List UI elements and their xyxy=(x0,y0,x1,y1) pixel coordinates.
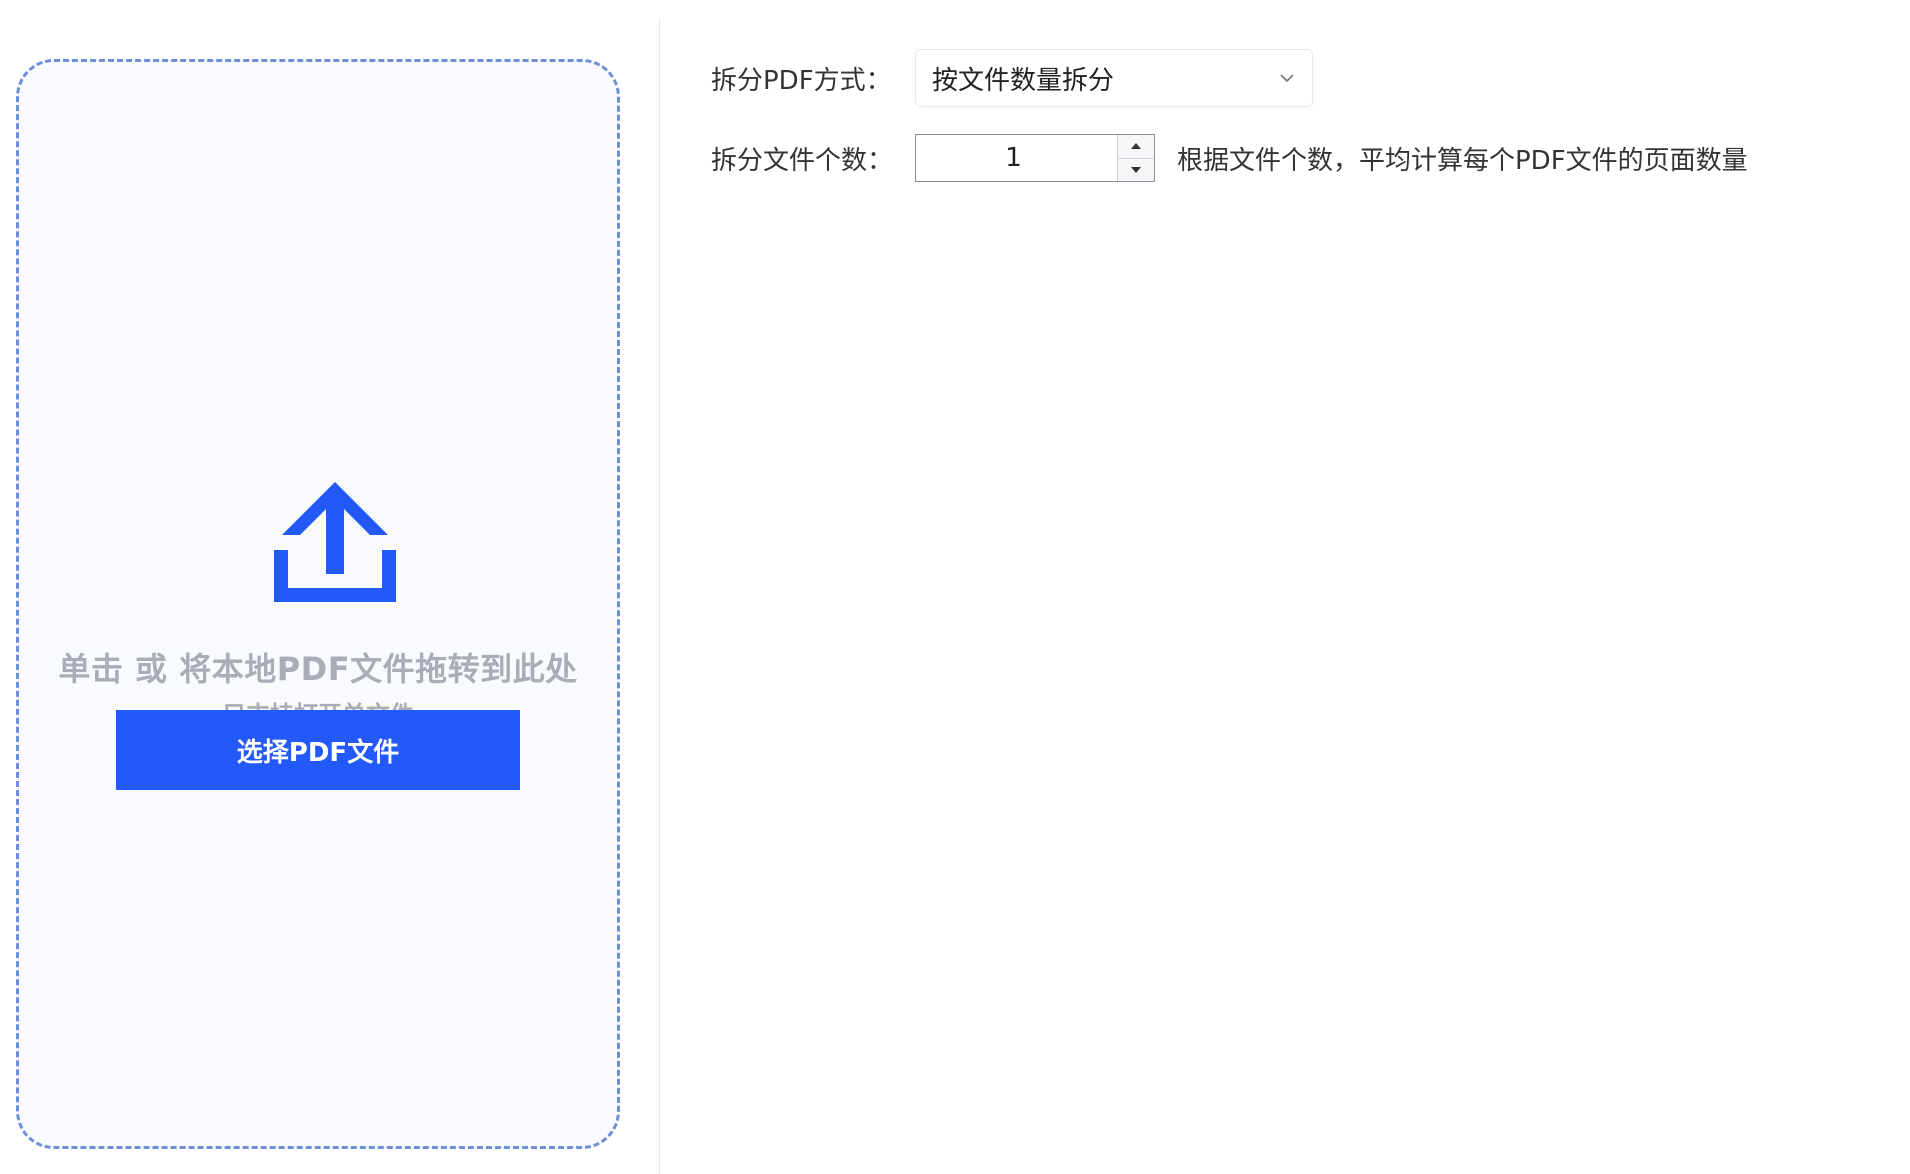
split-pdf-window: 单击 或 将本地PDF文件拖转到此处 只支持打开单文件 选择PDF文件 拆分PD… xyxy=(0,0,1910,1174)
caret-up-icon xyxy=(1131,143,1141,150)
drop-hint-text: 单击 或 将本地PDF文件拖转到此处 xyxy=(58,650,578,688)
split-count-stepper[interactable]: 1 xyxy=(915,134,1155,182)
file-drop-zone[interactable]: 单击 或 将本地PDF文件拖转到此处 只支持打开单文件 xyxy=(16,59,620,1149)
stepper-buttons xyxy=(1117,135,1154,181)
split-count-row: 拆分文件个数： 1 根据文件个数，平均计算每个PDF文件的页面数量 xyxy=(711,133,1748,183)
split-mode-select[interactable]: 按文件数量拆分 xyxy=(915,49,1313,107)
split-count-hint: 根据文件个数，平均计算每个PDF文件的页面数量 xyxy=(1177,145,1748,176)
panel-divider xyxy=(659,18,660,1174)
split-count-label: 拆分文件个数： xyxy=(711,145,894,176)
select-pdf-button[interactable]: 选择PDF文件 xyxy=(116,710,520,790)
chevron-down-icon xyxy=(1280,74,1294,83)
split-mode-row: 拆分PDF方式： 按文件数量拆分 xyxy=(711,48,1313,108)
split-mode-label: 拆分PDF方式： xyxy=(711,65,892,96)
split-mode-value: 按文件数量拆分 xyxy=(932,65,1115,96)
upload-icon xyxy=(274,482,396,602)
caret-down-icon xyxy=(1131,166,1141,173)
decrement-button[interactable] xyxy=(1118,157,1154,181)
increment-button[interactable] xyxy=(1118,135,1154,158)
upload-panel: 单击 或 将本地PDF文件拖转到此处 只支持打开单文件 选择PDF文件 xyxy=(0,0,658,1174)
split-count-input[interactable]: 1 xyxy=(916,135,1117,181)
